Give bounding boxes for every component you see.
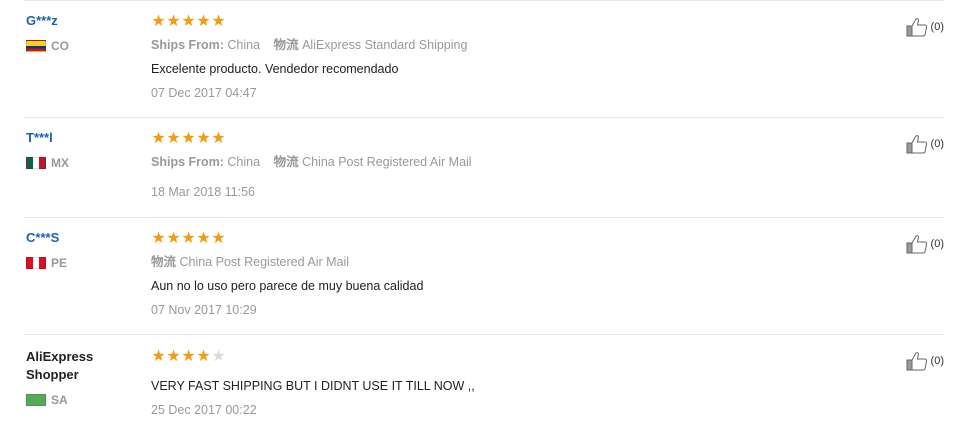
- saudi-flag-icon: [26, 394, 46, 406]
- logistics-label: 物流: [151, 255, 177, 269]
- reviewer-name: AliExpress Shopper: [26, 348, 136, 384]
- star-rating: ★ ★ ★ ★ ★: [151, 348, 475, 365]
- colombia-flag-icon: [26, 40, 46, 52]
- ships-from-value: China: [227, 38, 261, 52]
- review-item: T***l MX ★ ★ ★ ★ ★ Ships From: China 物流 …: [24, 117, 944, 218]
- star-rating: ★ ★ ★ ★ ★: [151, 130, 472, 147]
- reviewer-info: AliExpress Shopper SA: [26, 348, 136, 407]
- helpful-count: (0): [930, 21, 944, 33]
- peru-flag-icon: [26, 257, 46, 269]
- thumbs-up-icon: [906, 18, 927, 37]
- star-icon: ★: [151, 348, 166, 365]
- reviewer-info: G***z CO: [26, 13, 136, 53]
- reviewer-name[interactable]: G***z: [26, 13, 136, 29]
- star-rating: ★ ★ ★ ★ ★: [151, 230, 423, 247]
- thumbs-up-icon: [906, 235, 927, 254]
- star-icon: ★: [211, 130, 226, 147]
- ships-from-value: China: [227, 155, 261, 169]
- country-code: SA: [51, 393, 68, 407]
- ships-from-label: Ships From:: [151, 155, 224, 169]
- reviewer-info: T***l MX: [26, 130, 136, 170]
- helpful-button[interactable]: (0): [906, 351, 944, 371]
- review-content: ★ ★ ★ ★ ★ VERY FAST SHIPPING BUT I DIDNT…: [151, 349, 475, 418]
- country-code: CO: [51, 39, 69, 53]
- thumbs-up-icon: [906, 135, 927, 154]
- reviewer-country: SA: [26, 393, 136, 407]
- review-item: AliExpress Shopper SA ★ ★ ★ ★ ★ VERY FAS…: [24, 334, 944, 433]
- review-date: 25 Dec 2017 00:22: [151, 403, 257, 417]
- star-icon: ★: [196, 348, 211, 365]
- helpful-button[interactable]: (0): [906, 17, 944, 37]
- review-date: 07 Nov 2017 10:29: [151, 303, 257, 317]
- star-icon: ★: [166, 230, 181, 247]
- review-item: G***z CO ★ ★ ★ ★ ★ Ships From: China 物流 …: [24, 0, 944, 118]
- review-item: C***S PE ★ ★ ★ ★ ★ 物流 China Post Registe…: [24, 217, 944, 335]
- helpful-count: (0): [930, 238, 944, 250]
- star-icon: ★: [181, 348, 196, 365]
- logistics-label: 物流: [273, 38, 299, 52]
- reviewer-info: C***S PE: [26, 230, 136, 270]
- ships-from-label: Ships From:: [151, 38, 224, 52]
- star-icon: ★: [151, 13, 166, 30]
- shipping-method: AliExpress Standard Shipping: [302, 38, 468, 52]
- star-icon: ★: [196, 13, 211, 30]
- country-code: MX: [51, 156, 69, 170]
- star-icon: ★: [181, 13, 196, 30]
- star-icon: ★: [196, 130, 211, 147]
- helpful-button[interactable]: (0): [906, 134, 944, 154]
- helpful-count: (0): [930, 138, 944, 150]
- star-empty-icon: ★: [211, 348, 226, 365]
- star-icon: ★: [151, 130, 166, 147]
- star-icon: ★: [181, 230, 196, 247]
- star-icon: ★: [166, 130, 181, 147]
- star-icon: ★: [166, 348, 181, 365]
- review-content: ★ ★ ★ ★ ★ Ships From: China 物流 AliExpres…: [151, 14, 467, 101]
- helpful-count: (0): [930, 355, 944, 367]
- helpful-button[interactable]: (0): [906, 234, 944, 254]
- review-text: Aun no lo uso pero parece de muy buena c…: [151, 279, 424, 293]
- review-text: VERY FAST SHIPPING BUT I DIDNT USE IT TI…: [151, 379, 475, 393]
- star-rating: ★ ★ ★ ★ ★: [151, 13, 467, 30]
- reviewer-name[interactable]: C***S: [26, 230, 136, 246]
- reviewer-name[interactable]: T***l: [26, 130, 136, 146]
- star-icon: ★: [166, 13, 181, 30]
- shipping-info: Ships From: China 物流 AliExpress Standard…: [151, 37, 467, 53]
- review-content: ★ ★ ★ ★ ★ 物流 China Post Registered Air M…: [151, 231, 423, 318]
- reviewer-country: CO: [26, 39, 136, 53]
- star-icon: ★: [211, 13, 226, 30]
- reviewer-name-line: Shopper: [26, 367, 79, 382]
- shipping-info: Ships From: China 物流 China Post Register…: [151, 154, 472, 170]
- reviewer-name-line: AliExpress: [26, 349, 94, 364]
- shipping-method: China Post Registered Air Mail: [302, 155, 472, 169]
- country-code: PE: [51, 256, 68, 270]
- star-icon: ★: [181, 130, 196, 147]
- star-icon: ★: [151, 230, 166, 247]
- thumbs-up-icon: [906, 352, 927, 371]
- reviewer-country: PE: [26, 256, 136, 270]
- reviewer-country: MX: [26, 156, 136, 170]
- mexico-flag-icon: [26, 157, 46, 169]
- star-icon: ★: [196, 230, 211, 247]
- logistics-label: 物流: [273, 155, 299, 169]
- review-text: Excelente producto. Vendedor recomendado: [151, 62, 399, 76]
- shipping-info: 物流 China Post Registered Air Mail: [151, 254, 423, 270]
- shipping-method: China Post Registered Air Mail: [179, 255, 350, 269]
- review-date: 07 Dec 2017 04:47: [151, 86, 257, 100]
- review-content: ★ ★ ★ ★ ★ Ships From: China 物流 China Pos…: [151, 131, 472, 200]
- review-date: 18 Mar 2018 11:56: [151, 185, 256, 199]
- star-icon: ★: [211, 230, 226, 247]
